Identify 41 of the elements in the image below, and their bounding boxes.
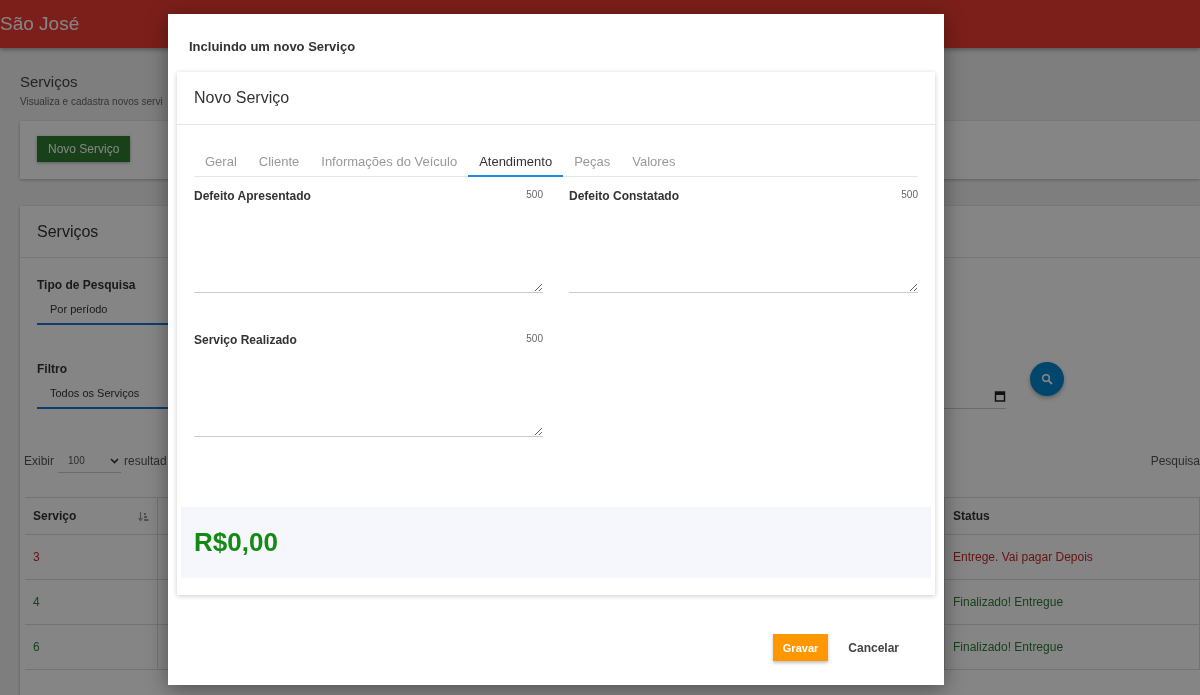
char-counter: 500 <box>526 333 543 344</box>
column-header[interactable]: Status <box>945 498 1200 534</box>
field-label: Defeito Constatado <box>569 189 679 203</box>
results-label: resultad <box>124 454 167 468</box>
table-cell: Entrege. Vai pagar Depois <box>945 535 1200 579</box>
field-label: Tipo de Pesquisa <box>37 278 136 292</box>
new-service-button[interactable]: Novo Serviço <box>37 136 131 162</box>
tab[interactable]: Peças <box>563 148 622 177</box>
field-label: Filtro <box>37 362 67 376</box>
field-label: Defeito Apresentado <box>194 189 311 203</box>
cancel-button[interactable]: Cancelar <box>840 634 907 661</box>
search-icon <box>1041 373 1053 385</box>
page-title: Serviços <box>20 73 78 90</box>
tab[interactable]: Geral <box>194 148 248 177</box>
search-button[interactable] <box>1030 362 1064 396</box>
column-header[interactable]: Serviço <box>25 498 158 534</box>
dialog-title: Incluindo um novo Serviço <box>189 39 356 54</box>
table-cell: Finalizado! Entregue <box>945 625 1200 669</box>
char-counter: 500 <box>526 189 543 200</box>
tab[interactable]: Atendimento <box>468 148 564 177</box>
save-button[interactable]: Gravar <box>772 634 829 661</box>
form-title: Novo Serviço <box>194 89 290 107</box>
table-cell: 6 <box>25 625 158 669</box>
total-amount: R$0,00 <box>194 527 278 558</box>
search-label: Pesquisa <box>1150 454 1200 468</box>
card-title: Serviços <box>37 222 99 241</box>
show-label: Exibir <box>24 454 54 468</box>
page-size-select[interactable]: 100 <box>58 449 121 473</box>
tab[interactable]: Valores <box>621 148 687 177</box>
char-counter: 500 <box>901 189 918 200</box>
calendar-icon <box>994 390 1006 402</box>
tab[interactable]: Cliente <box>247 148 311 177</box>
tab[interactable]: Informações do Veículo <box>310 148 469 177</box>
chevron-icon <box>110 457 119 464</box>
app-title: São José <box>0 13 80 35</box>
table-cell: 3 <box>25 535 158 579</box>
field-label: Serviço Realizado <box>194 333 297 347</box>
page-subtitle: Visualiza e cadastra novos servi <box>20 96 163 107</box>
table-cell: Finalizado! Entregue <box>945 580 1200 624</box>
table-cell: 4 <box>25 580 158 624</box>
sort-icon <box>138 510 149 522</box>
